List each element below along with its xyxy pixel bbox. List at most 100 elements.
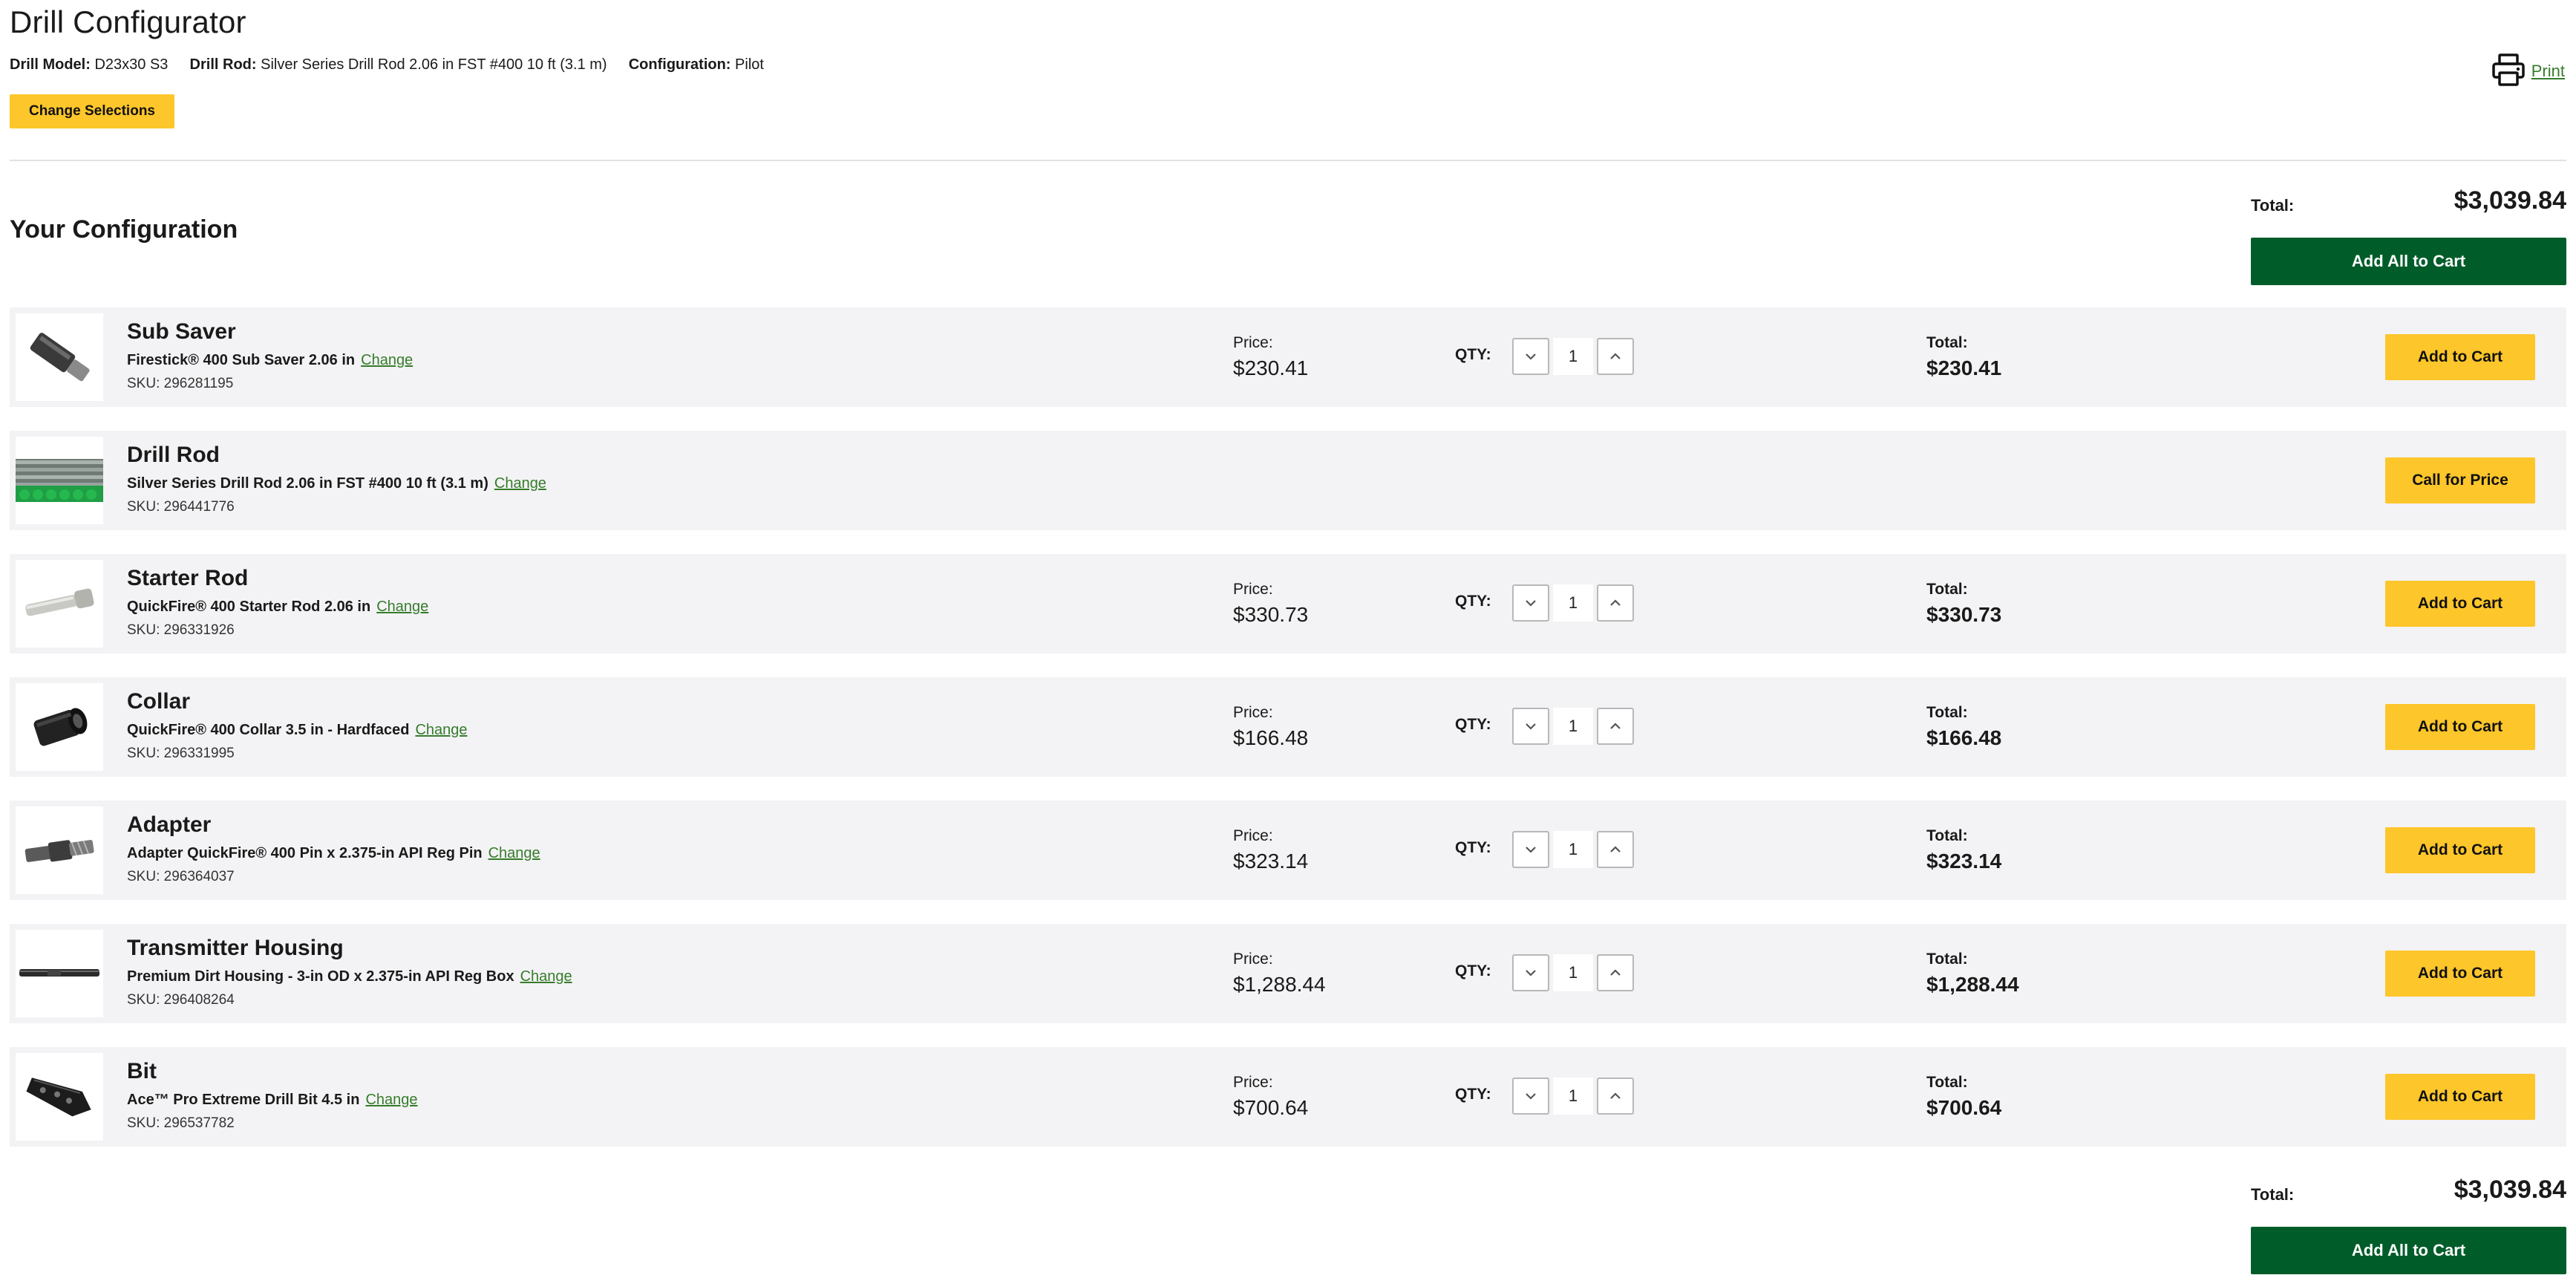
price-label: Price: (1233, 827, 1273, 844)
configuration-label: Configuration: (628, 56, 731, 73)
line-total-label: Total: (1926, 334, 1968, 351)
configuration-total-top: Total: $3,039.84 Add All to Cart (2251, 178, 2566, 285)
call-for-price-button[interactable]: Call for Price (2385, 457, 2535, 503)
line-total-label: Total: (1926, 951, 1968, 968)
drill-bit-image (16, 1053, 103, 1141)
item-category: Adapter (127, 812, 212, 837)
item-product-label: Silver Series Drill Rod 2.06 in FST #400… (127, 475, 488, 492)
change-item-link[interactable]: Change (520, 968, 572, 985)
qty-input[interactable] (1553, 338, 1593, 375)
qty-decrease-button[interactable] (1512, 338, 1549, 375)
line-total-value: $166.48 (1926, 726, 2002, 749)
item-price: $166.48 (1233, 726, 1309, 749)
item-product-label: Ace™ Pro Extreme Drill Bit 4.5 in (127, 1092, 360, 1108)
item-product-name: QuickFire® 400 Starter Rod 2.06 in Change (127, 599, 428, 616)
drill-rod-label: Drill Rod: (189, 56, 257, 73)
chevron-up-icon (1610, 1092, 1621, 1099)
grand-total-value: $3,039.84 (2454, 1176, 2566, 1204)
change-item-link[interactable]: Change (494, 475, 546, 492)
item-price: $1,288.44 (1233, 973, 1326, 996)
item-category: Starter Rod (127, 566, 249, 590)
qty-increase-button[interactable] (1597, 338, 1634, 375)
adapter-image (16, 806, 103, 894)
drill-rod-image (16, 437, 103, 524)
config-row-collar: Collar QuickFire® 400 Collar 3.5 in - Ha… (10, 677, 2566, 777)
add-all-to-cart-button[interactable]: Add All to Cart (2251, 1227, 2566, 1274)
line-total-label: Total: (1926, 827, 1968, 844)
item-product-name: Silver Series Drill Rod 2.06 in FST #400… (127, 475, 546, 492)
item-sku: SKU: 296408264 (127, 992, 235, 1008)
change-item-link[interactable]: Change (488, 845, 540, 861)
change-item-link[interactable]: Change (415, 722, 467, 738)
item-product-name: Adapter QuickFire® 400 Pin x 2.375-in AP… (127, 845, 540, 862)
chevron-down-icon (1526, 353, 1536, 360)
price-label: Price: (1233, 704, 1273, 721)
qty-increase-button[interactable] (1597, 954, 1634, 991)
change-item-link[interactable]: Change (361, 352, 413, 368)
configuration-total-bottom: Total: $3,039.84 Add All to Cart (2251, 1167, 2566, 1274)
add-all-to-cart-button[interactable]: Add All to Cart (2251, 238, 2566, 285)
qty-input[interactable] (1553, 708, 1593, 745)
item-product-label: QuickFire® 400 Collar 3.5 in - Hardfaced (127, 722, 410, 738)
qty-input[interactable] (1553, 831, 1593, 868)
qty-decrease-button[interactable] (1512, 584, 1549, 622)
qty-decrease-button[interactable] (1512, 954, 1549, 991)
line-total-value: $1,288.44 (1926, 973, 2019, 996)
change-item-link[interactable]: Change (365, 1092, 417, 1108)
qty-input[interactable] (1553, 1078, 1593, 1115)
qty-input[interactable] (1553, 954, 1593, 991)
item-price: $230.41 (1233, 356, 1309, 379)
add-to-cart-button[interactable]: Add to Cart (2385, 581, 2535, 627)
item-product-label: Firestick® 400 Sub Saver 2.06 in (127, 352, 356, 368)
qty-increase-button[interactable] (1597, 831, 1634, 868)
qty-label: QTY: (1455, 346, 1491, 363)
printer-icon (2491, 53, 2526, 90)
add-to-cart-button[interactable]: Add to Cart (2385, 951, 2535, 997)
line-total-value: $323.14 (1926, 850, 2002, 873)
qty-decrease-button[interactable] (1512, 1078, 1549, 1115)
qty-increase-button[interactable] (1597, 1078, 1634, 1115)
chevron-up-icon (1610, 599, 1621, 606)
qty-increase-button[interactable] (1597, 584, 1634, 622)
item-product-name: Firestick® 400 Sub Saver 2.06 in Change (127, 352, 413, 369)
config-row-sub-saver: Sub Saver Firestick® 400 Sub Saver 2.06 … (10, 307, 2566, 407)
item-category: Sub Saver (127, 319, 236, 344)
item-category: Bit (127, 1059, 157, 1083)
config-row-adapter: Adapter Adapter QuickFire® 400 Pin x 2.3… (10, 801, 2566, 900)
add-to-cart-button[interactable]: Add to Cart (2385, 704, 2535, 750)
drill-rod-value: Silver Series Drill Rod 2.06 in FST #400… (261, 56, 607, 73)
item-price: $330.73 (1233, 603, 1309, 626)
add-to-cart-button[interactable]: Add to Cart (2385, 1074, 2535, 1120)
collar-image (16, 683, 103, 771)
qty-decrease-button[interactable] (1512, 831, 1549, 868)
grand-total-label: Total: (2251, 1185, 2295, 1204)
config-row-bit: Bit Ace™ Pro Extreme Drill Bit 4.5 in Cha… (10, 1047, 2566, 1147)
drill-model-label: Drill Model: (10, 56, 91, 73)
add-to-cart-button[interactable]: Add to Cart (2385, 827, 2535, 873)
qty-label: QTY: (1455, 593, 1491, 610)
price-label: Price: (1233, 1074, 1273, 1091)
qty-decrease-button[interactable] (1512, 708, 1549, 745)
print-link[interactable]: Print (2491, 53, 2565, 90)
qty-input[interactable] (1553, 584, 1593, 622)
grand-total-value: $3,039.84 (2454, 186, 2566, 215)
item-category: Collar (127, 689, 191, 714)
chevron-up-icon (1610, 846, 1621, 852)
starter-rod-image (16, 560, 103, 648)
change-item-link[interactable]: Change (376, 599, 428, 615)
add-to-cart-button[interactable]: Add to Cart (2385, 334, 2535, 380)
change-selections-button[interactable]: Change Selections (10, 94, 174, 128)
qty-label: QTY: (1455, 1086, 1491, 1103)
chevron-down-icon (1526, 723, 1536, 730)
qty-increase-button[interactable] (1597, 708, 1634, 745)
qty-label: QTY: (1455, 716, 1491, 733)
qty-label: QTY: (1455, 839, 1491, 856)
price-label: Price: (1233, 334, 1273, 351)
item-price: $323.14 (1233, 850, 1309, 873)
item-product-name: QuickFire® 400 Collar 3.5 in - Hardfaced… (127, 722, 468, 739)
configuration-heading: Your Configuration (10, 215, 238, 244)
line-total-value: $230.41 (1926, 356, 2002, 379)
item-category: Drill Rod (127, 443, 220, 467)
chevron-down-icon (1526, 600, 1536, 607)
line-total-label: Total: (1926, 1074, 1968, 1091)
